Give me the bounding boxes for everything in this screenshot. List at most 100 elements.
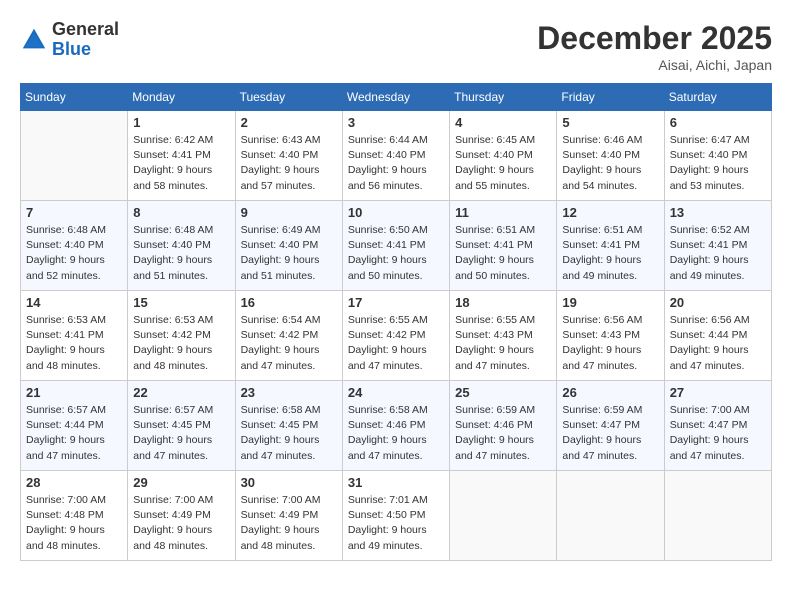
day-number: 3 [348, 115, 444, 130]
day-info: Sunrise: 7:00 AM Sunset: 4:48 PM Dayligh… [26, 493, 122, 554]
day-number: 18 [455, 295, 551, 310]
day-number: 13 [670, 205, 766, 220]
logo: General Blue [20, 20, 119, 60]
day-info: Sunrise: 6:55 AM Sunset: 4:42 PM Dayligh… [348, 313, 444, 374]
location-subtitle: Aisai, Aichi, Japan [537, 57, 772, 73]
day-number: 26 [562, 385, 658, 400]
day-info: Sunrise: 6:49 AM Sunset: 4:40 PM Dayligh… [241, 223, 337, 284]
calendar-day-cell: 23Sunrise: 6:58 AM Sunset: 4:45 PM Dayli… [235, 381, 342, 471]
day-number: 10 [348, 205, 444, 220]
calendar-day-cell: 1 Sunrise: 6:42 AM Sunset: 4:41 PM Daylig… [128, 111, 235, 201]
calendar-day-cell: 12 Sunrise: 6:51 AM Sunset: 4:41 PM Dayli… [557, 201, 664, 291]
day-info: Sunrise: 6:48 AM Sunset: 4:40 PM Dayligh… [133, 223, 229, 284]
day-info: Sunrise: 6:47 AM Sunset: 4:40 PM Dayligh… [670, 133, 766, 194]
calendar-day-cell: 21Sunrise: 6:57 AM Sunset: 4:44 PM Dayli… [21, 381, 128, 471]
day-number: 16 [241, 295, 337, 310]
logo-text: General Blue [52, 20, 119, 60]
day-info: Sunrise: 6:50 AM Sunset: 4:41 PM Dayligh… [348, 223, 444, 284]
month-title: December 2025 [537, 20, 772, 57]
day-info: Sunrise: 6:59 AM Sunset: 4:47 PM Dayligh… [562, 403, 658, 464]
calendar-week-row: 28 Sunrise: 7:00 AM Sunset: 4:48 PM Dayli… [21, 471, 772, 561]
day-info: Sunrise: 6:43 AM Sunset: 4:40 PM Dayligh… [241, 133, 337, 194]
day-number: 12 [562, 205, 658, 220]
day-info: Sunrise: 6:55 AM Sunset: 4:43 PM Dayligh… [455, 313, 551, 374]
day-number: 20 [670, 295, 766, 310]
calendar-day-cell: 4 Sunrise: 6:45 AM Sunset: 4:40 PM Daylig… [450, 111, 557, 201]
calendar-day-cell: 15 Sunrise: 6:53 AM Sunset: 4:42 PM Dayli… [128, 291, 235, 381]
calendar-week-row: 1 Sunrise: 6:42 AM Sunset: 4:41 PM Daylig… [21, 111, 772, 201]
day-number: 2 [241, 115, 337, 130]
day-info: Sunrise: 6:56 AM Sunset: 4:44 PM Dayligh… [670, 313, 766, 374]
day-info: Sunrise: 6:46 AM Sunset: 4:40 PM Dayligh… [562, 133, 658, 194]
calendar-day-cell: 10 Sunrise: 6:50 AM Sunset: 4:41 PM Dayli… [342, 201, 449, 291]
day-info: Sunrise: 6:59 AM Sunset: 4:46 PM Dayligh… [455, 403, 551, 464]
calendar-day-cell: 27 Sunrise: 7:00 AM Sunset: 4:47 PM Dayli… [664, 381, 771, 471]
page-header: General Blue December 2025 Aisai, Aichi,… [20, 20, 772, 73]
day-info: Sunrise: 7:00 AM Sunset: 4:47 PM Dayligh… [670, 403, 766, 464]
calendar-day-cell [557, 471, 664, 561]
day-number: 22 [133, 385, 229, 400]
weekday-header: Wednesday [342, 84, 449, 111]
day-info: Sunrise: 6:44 AM Sunset: 4:40 PM Dayligh… [348, 133, 444, 194]
calendar-day-cell: 6Sunrise: 6:47 AM Sunset: 4:40 PM Daylig… [664, 111, 771, 201]
calendar-day-cell: 26 Sunrise: 6:59 AM Sunset: 4:47 PM Dayli… [557, 381, 664, 471]
calendar-day-cell: 25 Sunrise: 6:59 AM Sunset: 4:46 PM Dayli… [450, 381, 557, 471]
calendar-week-row: 7 Sunrise: 6:48 AM Sunset: 4:40 PM Daylig… [21, 201, 772, 291]
title-block: December 2025 Aisai, Aichi, Japan [537, 20, 772, 73]
day-info: Sunrise: 6:57 AM Sunset: 4:44 PM Dayligh… [26, 403, 122, 464]
weekday-header: Saturday [664, 84, 771, 111]
day-info: Sunrise: 6:42 AM Sunset: 4:41 PM Dayligh… [133, 133, 229, 194]
day-number: 17 [348, 295, 444, 310]
calendar-day-cell: 22 Sunrise: 6:57 AM Sunset: 4:45 PM Dayli… [128, 381, 235, 471]
day-info: Sunrise: 6:53 AM Sunset: 4:41 PM Dayligh… [26, 313, 122, 374]
day-number: 30 [241, 475, 337, 490]
day-info: Sunrise: 7:00 AM Sunset: 4:49 PM Dayligh… [241, 493, 337, 554]
calendar-day-cell: 31Sunrise: 7:01 AM Sunset: 4:50 PM Dayli… [342, 471, 449, 561]
day-info: Sunrise: 6:54 AM Sunset: 4:42 PM Dayligh… [241, 313, 337, 374]
day-number: 24 [348, 385, 444, 400]
day-number: 27 [670, 385, 766, 400]
day-info: Sunrise: 6:45 AM Sunset: 4:40 PM Dayligh… [455, 133, 551, 194]
calendar-day-cell: 17 Sunrise: 6:55 AM Sunset: 4:42 PM Dayli… [342, 291, 449, 381]
day-info: Sunrise: 7:00 AM Sunset: 4:49 PM Dayligh… [133, 493, 229, 554]
day-number: 29 [133, 475, 229, 490]
calendar-day-cell: 20 Sunrise: 6:56 AM Sunset: 4:44 PM Dayli… [664, 291, 771, 381]
day-number: 28 [26, 475, 122, 490]
calendar-day-cell: 14 Sunrise: 6:53 AM Sunset: 4:41 PM Dayli… [21, 291, 128, 381]
day-number: 14 [26, 295, 122, 310]
weekday-header: Friday [557, 84, 664, 111]
day-info: Sunrise: 7:01 AM Sunset: 4:50 PM Dayligh… [348, 493, 444, 554]
calendar-day-cell: 2 Sunrise: 6:43 AM Sunset: 4:40 PM Daylig… [235, 111, 342, 201]
day-number: 8 [133, 205, 229, 220]
day-number: 7 [26, 205, 122, 220]
day-number: 4 [455, 115, 551, 130]
day-info: Sunrise: 6:48 AM Sunset: 4:40 PM Dayligh… [26, 223, 122, 284]
day-number: 1 [133, 115, 229, 130]
calendar-day-cell: 3 Sunrise: 6:44 AM Sunset: 4:40 PM Daylig… [342, 111, 449, 201]
calendar-day-cell: 13Sunrise: 6:52 AM Sunset: 4:41 PM Dayli… [664, 201, 771, 291]
calendar-day-cell: 24 Sunrise: 6:58 AM Sunset: 4:46 PM Dayli… [342, 381, 449, 471]
day-number: 5 [562, 115, 658, 130]
day-info: Sunrise: 6:56 AM Sunset: 4:43 PM Dayligh… [562, 313, 658, 374]
weekday-header: Thursday [450, 84, 557, 111]
day-number: 15 [133, 295, 229, 310]
day-number: 23 [241, 385, 337, 400]
logo-blue: Blue [52, 39, 91, 59]
day-info: Sunrise: 6:57 AM Sunset: 4:45 PM Dayligh… [133, 403, 229, 464]
calendar-day-cell [450, 471, 557, 561]
calendar-day-cell [664, 471, 771, 561]
calendar-day-cell: 16 Sunrise: 6:54 AM Sunset: 4:42 PM Dayli… [235, 291, 342, 381]
calendar-week-row: 14 Sunrise: 6:53 AM Sunset: 4:41 PM Dayli… [21, 291, 772, 381]
day-number: 19 [562, 295, 658, 310]
day-number: 25 [455, 385, 551, 400]
calendar-day-cell: 11Sunrise: 6:51 AM Sunset: 4:41 PM Dayli… [450, 201, 557, 291]
day-number: 11 [455, 205, 551, 220]
day-number: 9 [241, 205, 337, 220]
calendar-day-cell: 28 Sunrise: 7:00 AM Sunset: 4:48 PM Dayli… [21, 471, 128, 561]
logo-icon [20, 26, 48, 54]
weekday-header-row: SundayMondayTuesdayWednesdayThursdayFrid… [21, 84, 772, 111]
day-info: Sunrise: 6:58 AM Sunset: 4:46 PM Dayligh… [348, 403, 444, 464]
day-info: Sunrise: 6:53 AM Sunset: 4:42 PM Dayligh… [133, 313, 229, 374]
day-info: Sunrise: 6:51 AM Sunset: 4:41 PM Dayligh… [562, 223, 658, 284]
weekday-header: Tuesday [235, 84, 342, 111]
